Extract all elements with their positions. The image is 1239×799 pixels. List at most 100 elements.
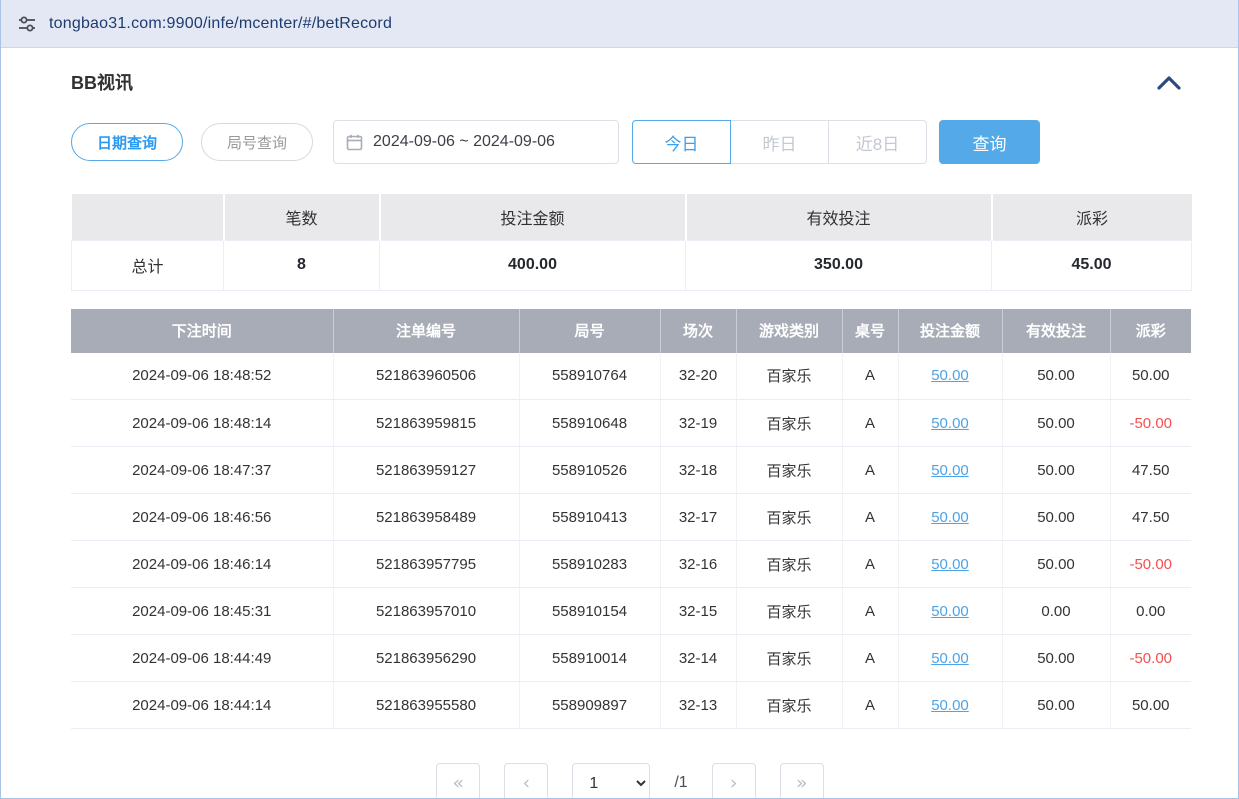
- bet-amount-link[interactable]: 50.00: [931, 509, 969, 526]
- bet-amount-link[interactable]: 50.00: [931, 697, 969, 714]
- browser-window: tongbao31.com:9900/infe/mcenter/#/betRec…: [0, 0, 1239, 799]
- yesterday-button[interactable]: 昨日: [730, 120, 829, 164]
- bet-time-cell: 2024-09-06 18:46:14: [71, 541, 333, 588]
- round-id-cell: 558910154: [519, 588, 660, 635]
- summary-header-empty: [72, 194, 224, 240]
- session-cell: 32-20: [660, 353, 736, 400]
- bet-time-cell: 2024-09-06 18:45:31: [71, 588, 333, 635]
- header-session: 场次: [660, 309, 736, 353]
- bet-amount-link[interactable]: 50.00: [931, 367, 969, 384]
- round-id-cell: 558910648: [519, 400, 660, 447]
- session-cell: 32-15: [660, 588, 736, 635]
- session-cell: 32-13: [660, 682, 736, 729]
- summary-header-bet: 投注金额: [380, 194, 686, 240]
- bet-time-cell: 2024-09-06 18:48:52: [71, 353, 333, 400]
- round-id-cell: 558910526: [519, 447, 660, 494]
- bet-amount-cell: 50.00: [898, 541, 1002, 588]
- round-id-cell: 558910764: [519, 353, 660, 400]
- table-row: 2024-09-06 18:46:14 521863957795 5589102…: [71, 541, 1191, 588]
- bet-time-cell: 2024-09-06 18:44:49: [71, 635, 333, 682]
- game-type-cell: 百家乐: [736, 353, 842, 400]
- header-valid-bet: 有效投注: [1002, 309, 1110, 353]
- page-title: BB视讯: [71, 69, 133, 95]
- game-type-cell: 百家乐: [736, 400, 842, 447]
- table-id-cell: A: [842, 541, 898, 588]
- game-type-cell: 百家乐: [736, 682, 842, 729]
- calendar-icon: [346, 134, 363, 151]
- last-page-button[interactable]: »: [780, 763, 824, 799]
- url-text[interactable]: tongbao31.com:9900/infe/mcenter/#/betRec…: [49, 15, 392, 33]
- quick-date-button-group: 今日 昨日 近8日: [632, 120, 927, 164]
- valid-bet-cell: 50.00: [1002, 541, 1110, 588]
- round-query-tab[interactable]: 局号查询: [201, 123, 313, 161]
- table-id-cell: A: [842, 447, 898, 494]
- summary-total-count: 8: [224, 240, 380, 290]
- summary-header-payout: 派彩: [992, 194, 1192, 240]
- header-game-type: 游戏类别: [736, 309, 842, 353]
- first-page-button[interactable]: «: [436, 763, 480, 799]
- payout-cell: 47.50: [1110, 447, 1191, 494]
- last-8-days-button[interactable]: 近8日: [828, 120, 927, 164]
- summary-header-row: 笔数 投注金额 有效投注 派彩: [72, 194, 1192, 240]
- order-id-cell: 521863959127: [333, 447, 519, 494]
- round-id-cell: 558910014: [519, 635, 660, 682]
- valid-bet-cell: 50.00: [1002, 635, 1110, 682]
- round-id-cell: 558909897: [519, 682, 660, 729]
- session-cell: 32-14: [660, 635, 736, 682]
- session-cell: 32-18: [660, 447, 736, 494]
- bet-time-cell: 2024-09-06 18:47:37: [71, 447, 333, 494]
- bet-amount-link[interactable]: 50.00: [931, 650, 969, 667]
- bet-amount-link[interactable]: 50.00: [931, 556, 969, 573]
- table-row: 2024-09-06 18:45:31 521863957010 5589101…: [71, 588, 1191, 635]
- search-button[interactable]: 查询: [939, 120, 1040, 164]
- table-row: 2024-09-06 18:48:14 521863959815 5589106…: [71, 400, 1191, 447]
- prev-page-button[interactable]: ‹: [504, 763, 548, 799]
- session-cell: 32-17: [660, 494, 736, 541]
- header-bet-amount: 投注金额: [898, 309, 1002, 353]
- payout-cell: -50.00: [1110, 635, 1191, 682]
- bet-record-table: 下注时间 注单编号 局号 场次 游戏类别 桌号 投注金额 有效投注 派彩 202…: [71, 309, 1191, 730]
- bet-amount-cell: 50.00: [898, 447, 1002, 494]
- bet-time-cell: 2024-09-06 18:44:14: [71, 682, 333, 729]
- order-id-cell: 521863960506: [333, 353, 519, 400]
- header-order-id: 注单编号: [333, 309, 519, 353]
- table-row: 2024-09-06 18:44:49 521863956290 5589100…: [71, 635, 1191, 682]
- game-type-cell: 百家乐: [736, 494, 842, 541]
- session-cell: 32-19: [660, 400, 736, 447]
- bet-amount-link[interactable]: 50.00: [931, 603, 969, 620]
- order-id-cell: 521863957010: [333, 588, 519, 635]
- date-range-value: 2024-09-06 ~ 2024-09-06: [373, 133, 555, 151]
- date-query-tab[interactable]: 日期查询: [71, 123, 183, 161]
- table-id-cell: A: [842, 353, 898, 400]
- table-id-cell: A: [842, 588, 898, 635]
- valid-bet-cell: 50.00: [1002, 682, 1110, 729]
- payout-cell: -50.00: [1110, 541, 1191, 588]
- game-type-cell: 百家乐: [736, 541, 842, 588]
- order-id-cell: 521863959815: [333, 400, 519, 447]
- summary-total-bet: 400.00: [380, 240, 686, 290]
- round-id-cell: 558910413: [519, 494, 660, 541]
- table-id-cell: A: [842, 682, 898, 729]
- next-page-button[interactable]: ›: [712, 763, 756, 799]
- round-id-cell: 558910283: [519, 541, 660, 588]
- bet-record-panel: BB视讯 日期查询 局号查询 2024-09-06 ~: [1, 48, 1238, 799]
- date-range-picker[interactable]: 2024-09-06 ~ 2024-09-06: [333, 120, 619, 164]
- order-id-cell: 521863957795: [333, 541, 519, 588]
- valid-bet-cell: 0.00: [1002, 588, 1110, 635]
- header-round-id: 局号: [519, 309, 660, 353]
- browser-url-bar[interactable]: tongbao31.com:9900/infe/mcenter/#/betRec…: [1, 0, 1238, 48]
- site-settings-icon[interactable]: [17, 14, 37, 34]
- table-row: 2024-09-06 18:46:56 521863958489 5589104…: [71, 494, 1191, 541]
- session-cell: 32-16: [660, 541, 736, 588]
- payout-cell: 47.50: [1110, 494, 1191, 541]
- table-row: 2024-09-06 18:44:14 521863955580 5589098…: [71, 682, 1191, 729]
- header-table-id: 桌号: [842, 309, 898, 353]
- collapse-chevron-up-icon[interactable]: [1157, 75, 1189, 90]
- bet-amount-link[interactable]: 50.00: [931, 462, 969, 479]
- payout-cell: 0.00: [1110, 588, 1191, 635]
- today-button[interactable]: 今日: [632, 120, 731, 164]
- page-select[interactable]: 1: [572, 763, 650, 799]
- header-payout: 派彩: [1110, 309, 1191, 353]
- bet-amount-link[interactable]: 50.00: [931, 415, 969, 432]
- bet-amount-cell: 50.00: [898, 400, 1002, 447]
